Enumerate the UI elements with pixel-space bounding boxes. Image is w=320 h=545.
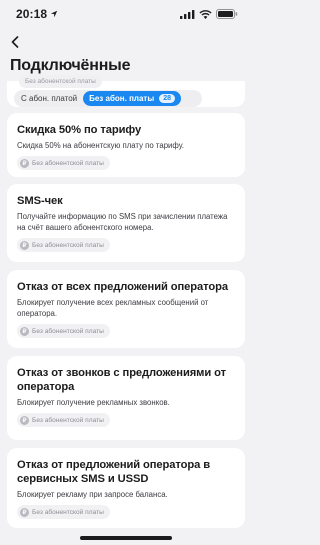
fee-tag-label: Без абонентской платы	[32, 508, 104, 516]
fee-tag: ₽ Без абонентской платы	[17, 156, 110, 170]
status-icons	[180, 9, 238, 19]
ruble-icon: ₽	[20, 507, 29, 517]
service-description: Блокирует рекламу при запросе баланса.	[17, 490, 168, 499]
tab-without-fee[interactable]: Без абон. платы 28	[83, 91, 181, 106]
fee-tag: ₽ Без абонентской платы	[17, 324, 110, 338]
tab-with-fee[interactable]: С абон. платой	[15, 91, 83, 106]
status-time: 20:18	[16, 7, 58, 21]
fee-tag-label: Без абонентской платы	[32, 416, 104, 424]
segmented-control: С абон. платой Без абон. платы 28	[14, 90, 202, 107]
chevron-left-icon	[11, 36, 19, 48]
service-card[interactable]: SMS-чек Получайте информацию по SMS при …	[7, 184, 245, 262]
ruble-icon: ₽	[20, 240, 29, 250]
wifi-icon	[199, 9, 212, 19]
fee-tag: ₽ Без абонентской платы	[17, 505, 110, 519]
back-button[interactable]	[7, 34, 23, 50]
service-description: Блокирует получение рекламных звонков.	[17, 398, 170, 407]
service-title: SMS-чек	[17, 195, 63, 207]
ruble-icon: ₽	[20, 326, 29, 336]
service-description: Блокирует получение всех рекламных сообщ…	[17, 298, 209, 318]
service-description: Скидка 50% на абонентскую плату по тариф…	[17, 141, 184, 150]
service-card[interactable]: Отказ от предложений оператора в сервисн…	[7, 448, 245, 528]
battery-icon	[216, 9, 238, 19]
tab-without-fee-label: Без абон. платы	[89, 94, 155, 103]
tabs-panel: Без абонентской платы С абон. платой Без…	[7, 75, 245, 107]
tab-with-fee-label: С абон. платой	[21, 94, 78, 103]
signal-icon	[180, 9, 195, 19]
service-title: Отказ от звонков с предложениями от опер…	[17, 367, 226, 393]
ghost-fee-tag: Без абонентской платы	[19, 75, 102, 88]
fee-tag-label: Без абонентской платы	[32, 327, 104, 335]
ruble-icon: ₽	[20, 415, 29, 425]
service-title: Скидка 50% по тарифу	[17, 124, 142, 136]
service-card[interactable]: Отказ от всех предложений оператора Блок…	[7, 270, 245, 348]
location-arrow-icon	[51, 10, 58, 18]
page-title: Подключённые	[10, 57, 131, 74]
tab-count-badge: 28	[159, 94, 175, 103]
status-bar: 20:18	[0, 0, 252, 28]
ghost-fee-tag-label: Без абонентской платы	[25, 78, 96, 85]
service-card[interactable]: Отказ от звонков с предложениями от опер…	[7, 356, 245, 440]
service-title: Отказ от предложений оператора в сервисн…	[17, 459, 211, 485]
fee-tag-label: Без абонентской платы	[32, 241, 104, 249]
header: Подключённые	[0, 28, 252, 82]
ruble-icon: ₽	[20, 158, 29, 168]
service-card[interactable]: Скидка 50% по тарифу Скидка 50% на абоне…	[7, 113, 245, 177]
fee-tag: ₽ Без абонентской платы	[17, 413, 110, 427]
status-time-text: 20:18	[16, 7, 48, 21]
home-indicator	[80, 536, 172, 540]
fee-tag: ₽ Без абонентской платы	[17, 238, 110, 252]
service-description: Получайте информацию по SMS при зачислен…	[17, 212, 228, 232]
service-title: Отказ от всех предложений оператора	[17, 281, 228, 293]
fee-tag-label: Без абонентской платы	[32, 159, 104, 167]
